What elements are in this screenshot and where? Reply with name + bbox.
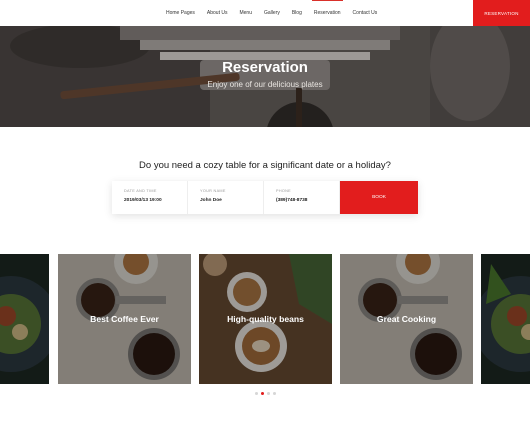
reservation-button[interactable]: RESERVATION	[473, 0, 530, 26]
phone-field[interactable]: PHONE (389)748-8738	[264, 181, 340, 214]
card-title-best-coffee: Best Coffee Ever	[90, 314, 159, 324]
carousel-card-great-cooking[interactable]: Great Cooking	[340, 254, 473, 384]
name-value: John Doe	[200, 198, 222, 203]
book-button[interactable]: BOOK	[340, 181, 418, 214]
nav-item-reservation[interactable]: Reservation	[308, 0, 347, 26]
nav-links: Home Pages About Us Menu Gallery Blog Re…	[160, 0, 383, 26]
nav-item-contact-us[interactable]: Contact Us	[347, 0, 384, 26]
feature-carousel: Best Coffee Ever High-quality beans Grea…	[0, 254, 530, 384]
card-title-great-cooking: Great Cooking	[376, 314, 437, 324]
nav-item-about-us[interactable]: About Us	[201, 0, 234, 26]
phone-value: (389)748-8738	[276, 198, 308, 203]
carousel-card-high-quality-beans[interactable]: High-quality beans	[199, 254, 332, 384]
date-time-field[interactable]: DATE AND TIME 2019/03/13 19:00	[112, 181, 188, 214]
name-field[interactable]: YOUR NAME John Doe	[188, 181, 264, 214]
date-time-value: 2019/03/13 19:00	[124, 198, 162, 203]
hero-banner: Reservation Enjoy one of our delicious p…	[0, 26, 530, 127]
hero-overlay	[0, 26, 530, 127]
name-label: YOUR NAME	[200, 189, 226, 193]
phone-label: PHONE	[276, 189, 292, 193]
top-navigation: Home Pages About Us Menu Gallery Blog Re…	[0, 0, 530, 27]
card-title-high-quality-beans: High-quality beans	[227, 314, 304, 324]
carousel-dot-active[interactable]	[261, 392, 264, 395]
nav-item-gallery[interactable]: Gallery	[258, 0, 286, 26]
card-shade	[0, 254, 49, 384]
carousel-card-salad-left[interactable]	[0, 254, 49, 384]
carousel-card-best-coffee[interactable]: Best Coffee Ever	[58, 254, 191, 384]
reservation-question: Do you need a cozy table for a significa…	[139, 160, 391, 171]
nav-item-menu[interactable]: Menu	[233, 0, 258, 26]
carousel-dot[interactable]	[267, 392, 270, 395]
carousel-card-salad-right[interactable]	[481, 254, 530, 384]
carousel-pagination	[255, 392, 276, 395]
hero-subtitle: Enjoy one of our delicious plates	[207, 80, 323, 89]
carousel-dot[interactable]	[273, 392, 276, 395]
reservation-form: DATE AND TIME 2019/03/13 19:00 YOUR NAME…	[112, 181, 418, 214]
hero-title: Reservation	[222, 59, 308, 76]
date-time-label: DATE AND TIME	[124, 189, 157, 193]
nav-item-home-pages[interactable]: Home Pages	[160, 0, 201, 26]
nav-item-blog[interactable]: Blog	[286, 0, 308, 26]
card-shade	[481, 254, 530, 384]
carousel-dot[interactable]	[255, 392, 258, 395]
